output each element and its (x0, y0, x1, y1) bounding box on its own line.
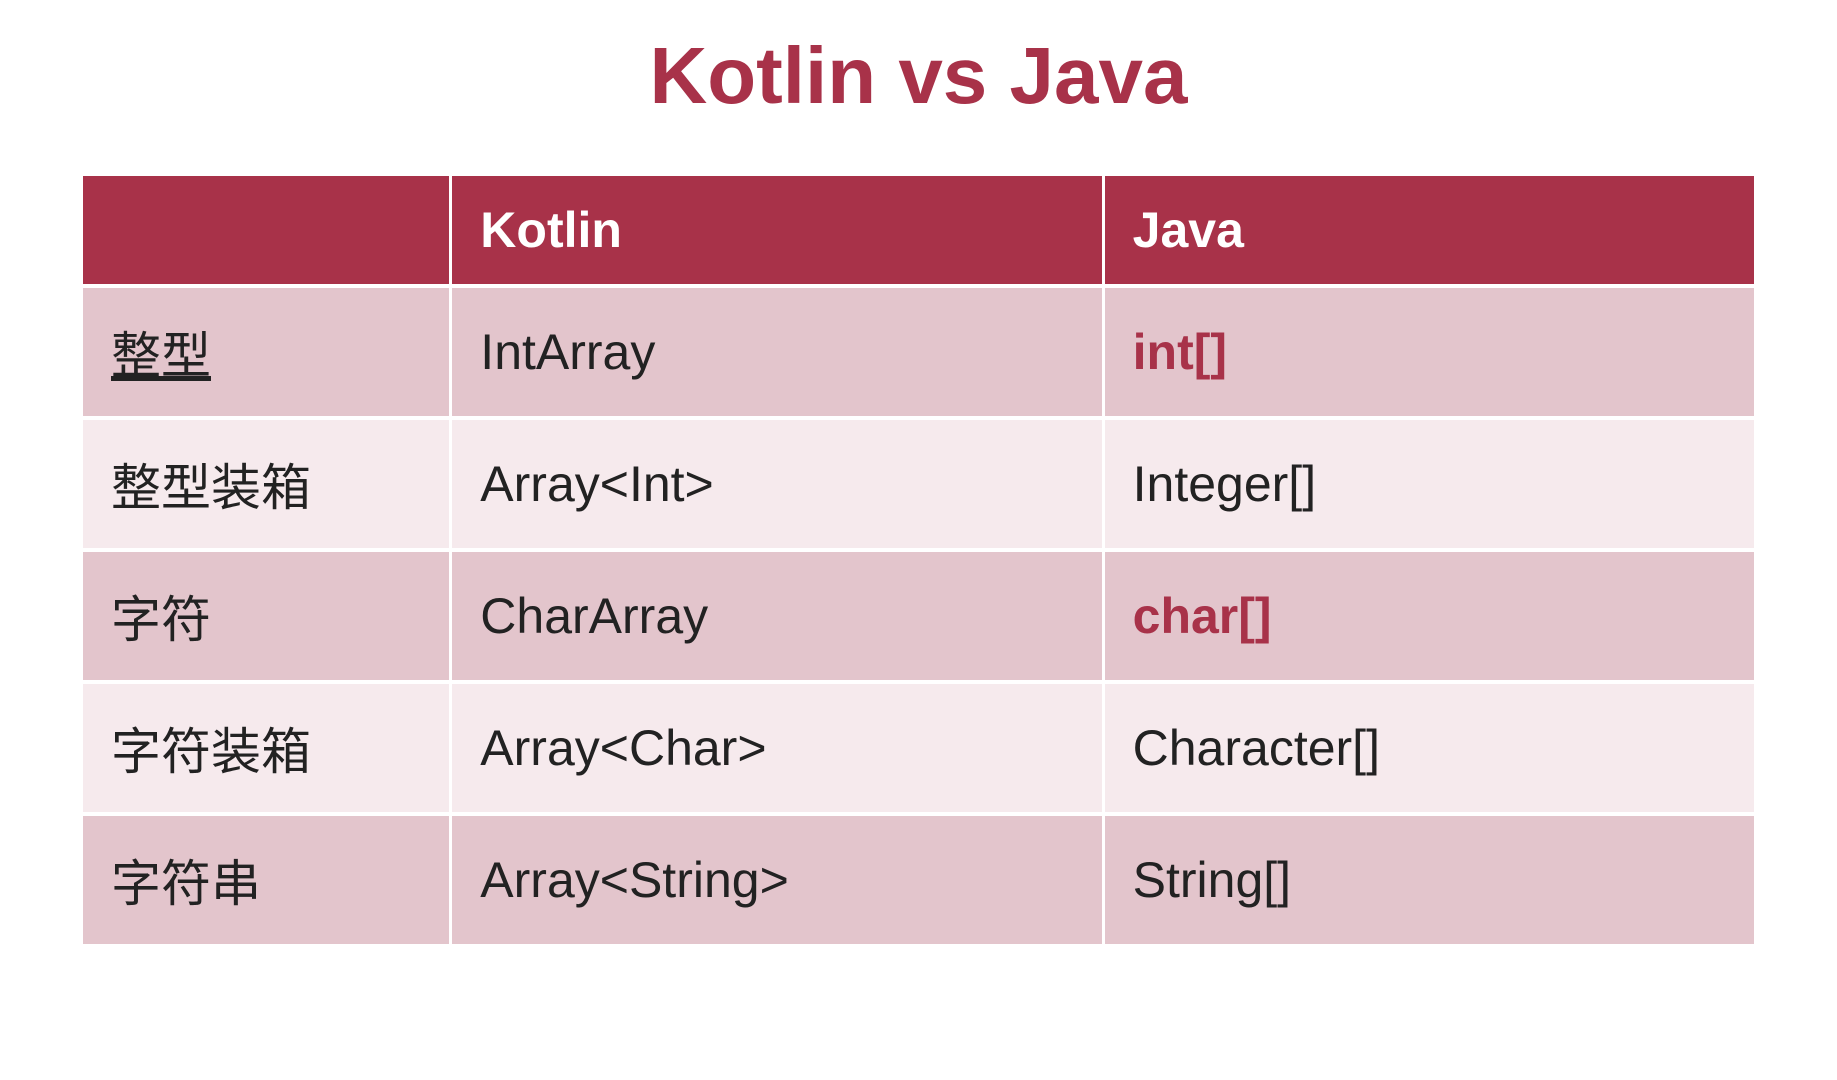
row-kotlin: Array<Int> (452, 420, 1101, 548)
row-java: String[] (1105, 816, 1754, 944)
comparison-table: Kotlin Java 整型 IntArray int[] 整型装箱 Array… (80, 172, 1757, 948)
row-label: 字符 (83, 552, 449, 680)
row-kotlin: IntArray (452, 288, 1101, 416)
table-header-row: Kotlin Java (83, 176, 1754, 284)
page-title: Kotlin vs Java (80, 30, 1757, 122)
row-label: 整型装箱 (83, 420, 449, 548)
row-java: Character[] (1105, 684, 1754, 812)
row-java: Integer[] (1105, 420, 1754, 548)
table-row: 字符 CharArray char[] (83, 552, 1754, 680)
row-java: int[] (1133, 324, 1227, 380)
header-blank (83, 176, 449, 284)
row-java: char[] (1133, 588, 1272, 644)
header-kotlin: Kotlin (452, 176, 1101, 284)
row-label: 字符串 (83, 816, 449, 944)
table-row: 整型装箱 Array<Int> Integer[] (83, 420, 1754, 548)
row-kotlin: Array<String> (452, 816, 1101, 944)
table-row: 字符串 Array<String> String[] (83, 816, 1754, 944)
row-label: 整型 (111, 328, 211, 384)
header-java: Java (1105, 176, 1754, 284)
row-kotlin: CharArray (452, 552, 1101, 680)
row-kotlin: Array<Char> (452, 684, 1101, 812)
table-row: 整型 IntArray int[] (83, 288, 1754, 416)
table-row: 字符装箱 Array<Char> Character[] (83, 684, 1754, 812)
row-label: 字符装箱 (83, 684, 449, 812)
